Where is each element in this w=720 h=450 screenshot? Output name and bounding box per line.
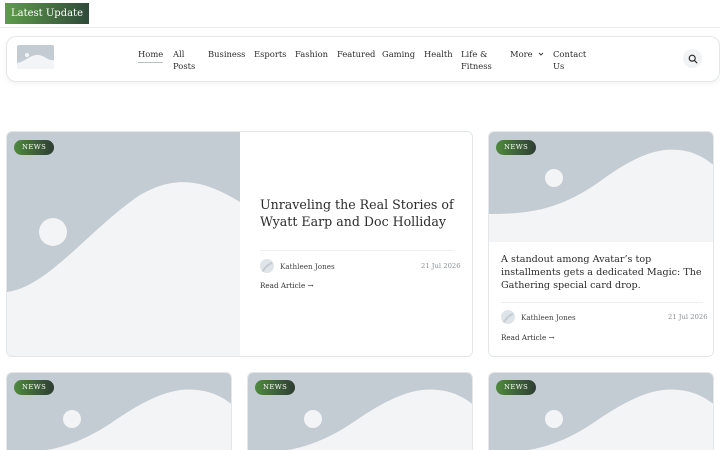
- category-badge[interactable]: NEWS: [496, 380, 537, 395]
- article-title[interactable]: A standout among Avatar’s top installmen…: [501, 253, 707, 292]
- article-card[interactable]: NEWS: [6, 372, 232, 450]
- search-button[interactable]: [683, 49, 702, 68]
- category-badge[interactable]: NEWS: [255, 380, 296, 395]
- category-badge[interactable]: NEWS: [496, 140, 537, 155]
- nav-item-esports[interactable]: Esports: [254, 48, 286, 60]
- nav-item-business[interactable]: Business: [208, 48, 245, 60]
- read-article-link[interactable]: Read Article →: [260, 281, 314, 290]
- category-badge[interactable]: NEWS: [14, 380, 55, 395]
- article-card[interactable]: NEWS: [488, 372, 714, 450]
- top-bar: Latest Update: [0, 0, 720, 28]
- nav-item-health[interactable]: Health: [424, 48, 453, 60]
- nav-item-gaming[interactable]: Gaming: [382, 48, 415, 60]
- featured-article-card[interactable]: NEWS Unraveling the Real Stories of Wyat…: [6, 131, 473, 357]
- nav-item-home[interactable]: Home: [138, 48, 164, 63]
- publish-date: 21 Jul 2026: [421, 262, 461, 270]
- nav-item-contact-us[interactable]: Contact Us: [553, 48, 586, 72]
- nav-item-fashion[interactable]: Fashion: [295, 48, 328, 60]
- article-card[interactable]: NEWS: [247, 372, 473, 450]
- logo-placeholder-image: [17, 53, 54, 69]
- divider: [501, 302, 703, 303]
- author-name[interactable]: Kathleen Jones: [280, 262, 335, 271]
- chevron-down-icon: [538, 52, 543, 56]
- avatar-placeholder-icon: [502, 313, 514, 324]
- featured-article-title[interactable]: Unraveling the Real Stories of Wyatt Ear…: [260, 196, 460, 230]
- nav-item-all-posts[interactable]: All Posts: [173, 48, 195, 72]
- article-card[interactable]: NEWS A standout among Avatar’s top insta…: [488, 131, 714, 357]
- image-placeholder: [7, 182, 240, 356]
- author-avatar[interactable]: [501, 310, 515, 324]
- featured-article-image[interactable]: [7, 132, 240, 356]
- latest-update-label[interactable]: Latest Update: [5, 3, 89, 24]
- avatar-placeholder-icon: [261, 262, 273, 273]
- publish-date: 21 Jul 2026: [668, 313, 708, 321]
- search-icon: [688, 54, 697, 63]
- site-header: Home All Posts Business Esports Fashion …: [6, 36, 720, 82]
- category-badge[interactable]: NEWS: [14, 140, 55, 155]
- nav-item-life-fitness[interactable]: Life & Fitness: [461, 48, 492, 72]
- nav-item-more[interactable]: More: [510, 48, 544, 60]
- author-avatar[interactable]: [260, 259, 274, 273]
- read-article-link[interactable]: Read Article →: [501, 333, 555, 342]
- author-name[interactable]: Kathleen Jones: [521, 313, 576, 322]
- site-logo[interactable]: [17, 45, 54, 69]
- nav-item-featured[interactable]: Featured: [337, 48, 375, 60]
- divider: [260, 250, 454, 251]
